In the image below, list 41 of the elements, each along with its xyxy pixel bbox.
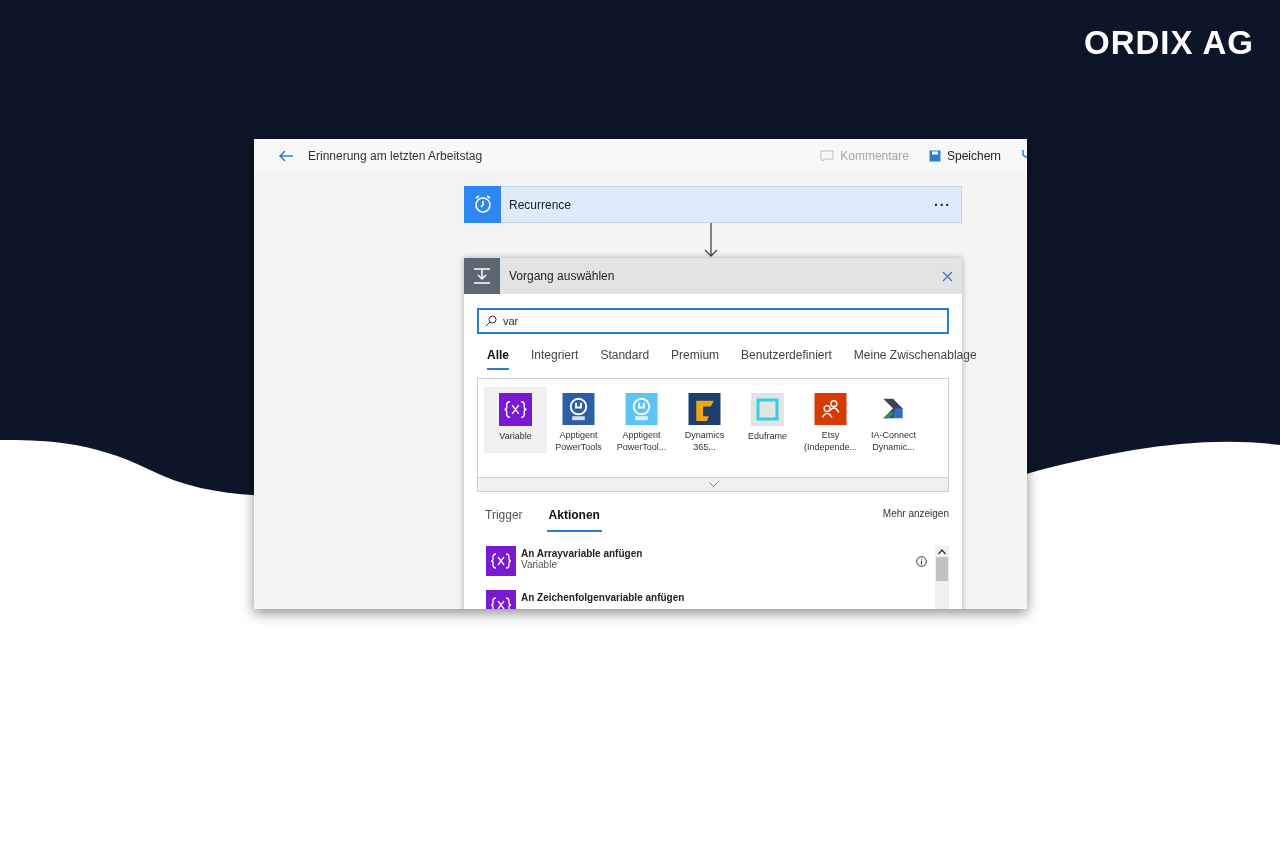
show-more-link[interactable]: Mehr anzeigen (882, 508, 949, 519)
save-button[interactable]: Speichern (928, 149, 1001, 163)
connector-tile[interactable]: IA-Connect Dynamic... (862, 387, 925, 453)
connector-tile[interactable]: Variable (484, 387, 547, 453)
connector-arrow (704, 223, 718, 258)
action-title: An Zeichenfolgenvariable anfügen (521, 592, 686, 603)
scroll-up-icon[interactable] (938, 549, 946, 555)
category-tab[interactable]: Meine Zwischenablage (853, 348, 977, 370)
search-icon (485, 315, 497, 327)
more-options-button[interactable]: ··· (934, 196, 951, 213)
category-tab[interactable]: Premium (671, 348, 720, 370)
action-subtitle: Variable (521, 559, 557, 570)
close-icon[interactable] (942, 270, 953, 282)
variable-icon (486, 546, 516, 576)
back-arrow-icon[interactable] (278, 150, 294, 162)
action-row[interactable]: An Zeichenfolgenvariable anfügen (486, 590, 927, 609)
window-title: Erinnerung am letzten Arbeitstag (308, 149, 484, 163)
card-title: Recurrence (509, 197, 573, 212)
chevron-down-icon (708, 482, 718, 487)
result-tab[interactable]: Trigger (483, 508, 525, 532)
connector-tile[interactable]: Etsy (Independe... (799, 387, 862, 453)
info-icon[interactable] (916, 556, 927, 567)
connector-tile[interactable]: Eduframe (736, 387, 799, 453)
category-tab[interactable]: Standard (600, 348, 650, 370)
category-tab[interactable]: Alle (487, 348, 509, 370)
alarm-clock-icon (464, 185, 501, 223)
action-row[interactable]: An Arrayvariable anfügen Variable (486, 546, 927, 576)
scrollbar[interactable] (935, 546, 949, 609)
category-tab[interactable]: Benutzerdefiniert (741, 348, 832, 370)
result-tab[interactable]: Aktionen (546, 508, 602, 532)
category-tab[interactable]: Integriert (531, 348, 579, 370)
connector-tile[interactable]: Apptigent PowerTool... (610, 387, 673, 453)
dialog-title: Vorgang auswählen (509, 269, 616, 283)
scrollbar-thumb[interactable] (936, 557, 948, 581)
connector-tile[interactable]: Apptigent PowerTools (547, 387, 610, 453)
search-field[interactable]: var (477, 308, 949, 334)
action-title: An Arrayvariable anfügen (521, 548, 644, 559)
recurrence-card[interactable]: Recurrence ··· (464, 186, 962, 223)
brand-logo: ORDIX AG (1084, 24, 1254, 62)
connector-tile[interactable]: Dynamics 365... (673, 387, 736, 453)
comment-icon (820, 150, 835, 162)
